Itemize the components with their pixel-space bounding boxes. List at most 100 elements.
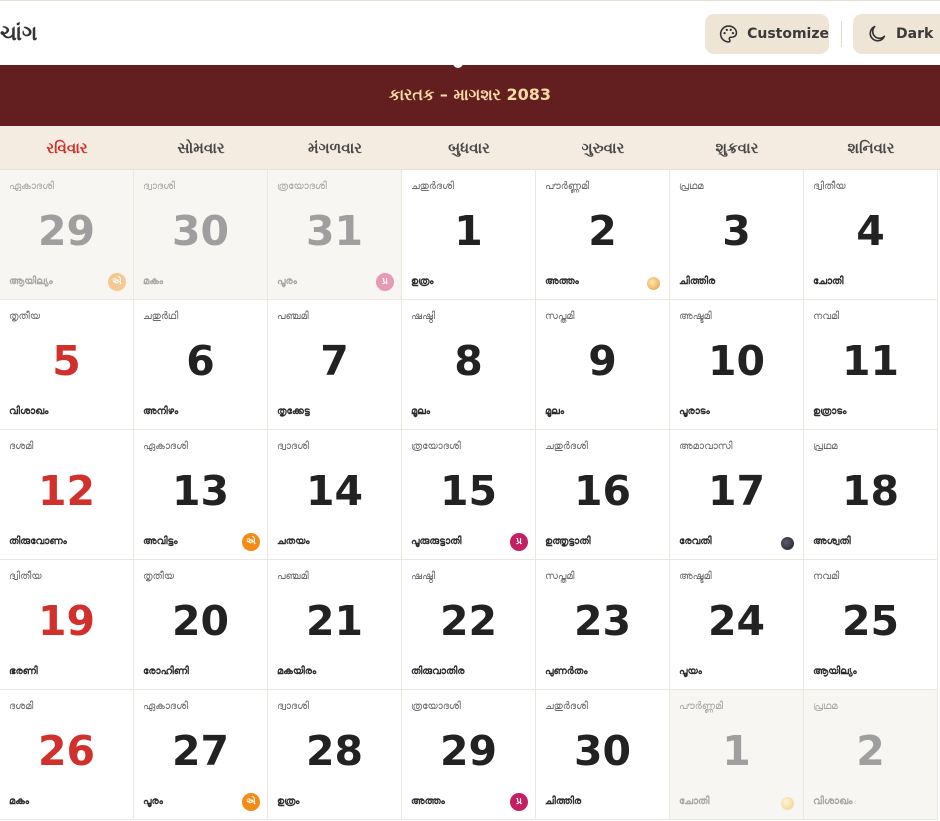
day-cell[interactable]: അഷ്ടമി 10 പൂരാടം: [670, 300, 804, 430]
day-number: 17: [707, 467, 766, 515]
nakshatra-label: ചിത്തിര: [545, 796, 582, 807]
day-cell[interactable]: ദശമി 26 മകം: [0, 690, 134, 820]
nakshatra-label: തൃക്കേട്ട: [277, 406, 310, 417]
day-cell[interactable]: ഷഷ്ഠി 8 മൂലം: [402, 300, 536, 430]
brand-title: ચાંગ: [0, 21, 38, 45]
tithi-label: പഞ്ചമി: [277, 571, 309, 582]
week-row: തൃതീയ 5 വിശാഖം ചതുർഥി 6 അനിഴം പഞ്ചമി 7 തൃക്കേട്ട…: [0, 300, 940, 430]
nakshatra-label: അത്തം: [411, 796, 445, 807]
day-cell[interactable]: ദ്വാദശി 14 ചതയം: [268, 430, 402, 560]
day-cell[interactable]: ചതുർദശി 30 ചിത്തിര: [536, 690, 670, 820]
day-cell[interactable]: അമാവാസി 17 രേവതി: [670, 430, 804, 560]
day-number: 20: [171, 597, 230, 645]
day-cell[interactable]: ദ്വാദശി 30 മകം: [134, 170, 268, 300]
nakshatra-label: ചിത്തിര: [679, 276, 716, 287]
day-cell[interactable]: സപ്തമി 9 മൂലം: [536, 300, 670, 430]
day-cell[interactable]: ത്രയോദശി 31 പൂരം પ્ર: [268, 170, 402, 300]
day-cell[interactable]: പ്രഥമ 3 ചിത്തിര: [670, 170, 804, 300]
day-number: 30: [573, 727, 632, 775]
day-number: 2: [856, 727, 885, 775]
tithi-label: സപ്തമി: [545, 571, 575, 582]
month-title: કારતક – માગશર 2083: [388, 84, 552, 104]
customize-label: Customize: [747, 26, 829, 42]
day-cell[interactable]: ഏകാദശി 29 ആയില്യം એ: [0, 170, 134, 300]
day-cell[interactable]: ഏകാദശി 13 അവിട്ടം એ: [134, 430, 268, 560]
day-cell[interactable]: ദ്വിതീയ 19 ഭരണി: [0, 560, 134, 690]
nakshatra-label: വിശാഖം: [813, 796, 853, 807]
weekday-label: રવિવાર: [46, 138, 88, 157]
nakshatra-label: മകം: [9, 796, 30, 807]
nakshatra-label: പൂരാടം: [679, 406, 710, 417]
pradosh-badge-icon: પ્ર: [376, 273, 394, 291]
nakshatra-label: ആയില്യം: [813, 666, 857, 677]
full-moon-icon: [781, 797, 794, 810]
dark-label: Dark: [896, 26, 934, 42]
dark-mode-button[interactable]: Dark: [853, 14, 940, 54]
tithi-label: ദശമി: [9, 441, 34, 452]
nakshatra-label: രോഹിണി: [143, 666, 189, 677]
day-cell[interactable]: ദശമി 12 തിരുവോണം: [0, 430, 134, 560]
tithi-label: ദ്വിതീയ: [813, 181, 846, 192]
day-cell[interactable]: ചതുർഥി 6 അനിഴം: [134, 300, 268, 430]
day-number: 30: [171, 207, 230, 255]
tithi-label: ചതുർദശി: [545, 441, 588, 452]
weekday-label: બુધવાર: [448, 138, 490, 157]
day-number: 22: [439, 597, 498, 645]
day-cell[interactable]: സപ്തമി 23 പുണർതം: [536, 560, 670, 690]
nakshatra-label: ആയില്യം: [9, 276, 53, 287]
tithi-label: തൃതീയ: [143, 571, 175, 582]
tithi-label: ഷഷ്ഠി: [411, 571, 436, 582]
nakshatra-label: ചോതി: [679, 796, 710, 807]
week-row: ദശമി 26 മകം ഏകാദശി 27 പൂരം એ ദ്വാദശി 28 ഉത്രം ത്രയ…: [0, 690, 940, 820]
day-number: 4: [856, 207, 885, 255]
day-cell[interactable]: നവമി 25 ആയില്യം: [804, 560, 938, 690]
day-number: 7: [320, 337, 349, 385]
tithi-label: ദ്വാദശി: [143, 181, 175, 192]
tithi-label: ദ്വിതീയ: [9, 571, 42, 582]
day-number: 18: [841, 467, 900, 515]
weekday-header: રવિવાર સોમવાર મંગળવાર બુધવાર ગુરુવાર શુક્રવાર…: [0, 126, 940, 170]
tithi-label: അമാവാസി: [679, 441, 733, 452]
nakshatra-label: മൂലം: [545, 406, 565, 417]
week-row: ഏകാദശി 29 ആയില്യം એ ദ്വാദശി 30 മകം ത്രയോദശി 31 പൂ…: [0, 170, 940, 300]
day-cell[interactable]: ചതുർദശി 1 ഉത്രം: [402, 170, 536, 300]
day-number: 12: [37, 467, 96, 515]
tithi-label: ഏകാദശി: [9, 181, 54, 192]
day-cell[interactable]: ദ്വിതീയ 4 ചോതി: [804, 170, 938, 300]
nakshatra-label: പൂയം: [679, 666, 702, 677]
day-cell[interactable]: പൗർണ്ണമി 2 അത്തം: [536, 170, 670, 300]
day-cell[interactable]: പ്രഥമ 18 അശ്വതി: [804, 430, 938, 560]
tithi-label: അഷ്ടമി: [679, 571, 712, 582]
day-cell[interactable]: പ്രഥമ 2 വിശാഖം: [804, 690, 938, 820]
day-cell[interactable]: ചതുർദശി 16 ഉത്തൃട്ടാതി: [536, 430, 670, 560]
day-number: 6: [186, 337, 215, 385]
day-cell[interactable]: അഷ്ടമി 24 പൂയം: [670, 560, 804, 690]
nakshatra-label: വിശാഖം: [9, 406, 49, 417]
pradosh-badge-icon: પ્ર: [510, 793, 528, 811]
month-calendar: કારતક – માગશર 2083 રવિવાર સોમવાર મંગળવાર બુ…: [0, 60, 940, 820]
nakshatra-label: ചോതി: [813, 276, 844, 287]
customize-button[interactable]: Customize: [705, 14, 829, 54]
day-cell[interactable]: ഏകാദശി 27 പൂരം એ: [134, 690, 268, 820]
day-cell[interactable]: ഷഷ്ഠി 22 തിരുവാതിര: [402, 560, 536, 690]
day-cell[interactable]: നവമി 11 ഉത്രാടം: [804, 300, 938, 430]
day-cell[interactable]: തൃതീയ 20 രോഹിണി: [134, 560, 268, 690]
ekadashi-badge-icon: એ: [242, 533, 260, 551]
ekadashi-badge-icon: એ: [242, 793, 260, 811]
tithi-label: സപ്തമി: [545, 311, 575, 322]
day-cell[interactable]: ത്രയോദശി 15 പൂരുരുട്ടാതി પ્ર: [402, 430, 536, 560]
nakshatra-label: പൂരം: [143, 796, 163, 807]
nakshatra-label: ഭരണി: [9, 666, 38, 677]
day-number: 9: [588, 337, 617, 385]
tithi-label: പൗർണ്ണമി: [679, 701, 724, 712]
header-notch: [453, 60, 463, 68]
day-cell[interactable]: തൃതീയ 5 വിശാഖം: [0, 300, 134, 430]
tithi-label: ചതുർഥി: [143, 311, 179, 322]
day-cell[interactable]: പഞ്ചമി 7 തൃക്കേട്ട: [268, 300, 402, 430]
day-cell[interactable]: പഞ്ചമി 21 മകയിരം: [268, 560, 402, 690]
day-number: 25: [841, 597, 900, 645]
day-cell[interactable]: ദ്വാദശി 28 ഉത്രം: [268, 690, 402, 820]
day-cell[interactable]: ത്രയോദശി 29 അത്തം પ્ર: [402, 690, 536, 820]
day-number: 19: [37, 597, 96, 645]
day-cell[interactable]: പൗർണ്ണമി 1 ചോതി: [670, 690, 804, 820]
